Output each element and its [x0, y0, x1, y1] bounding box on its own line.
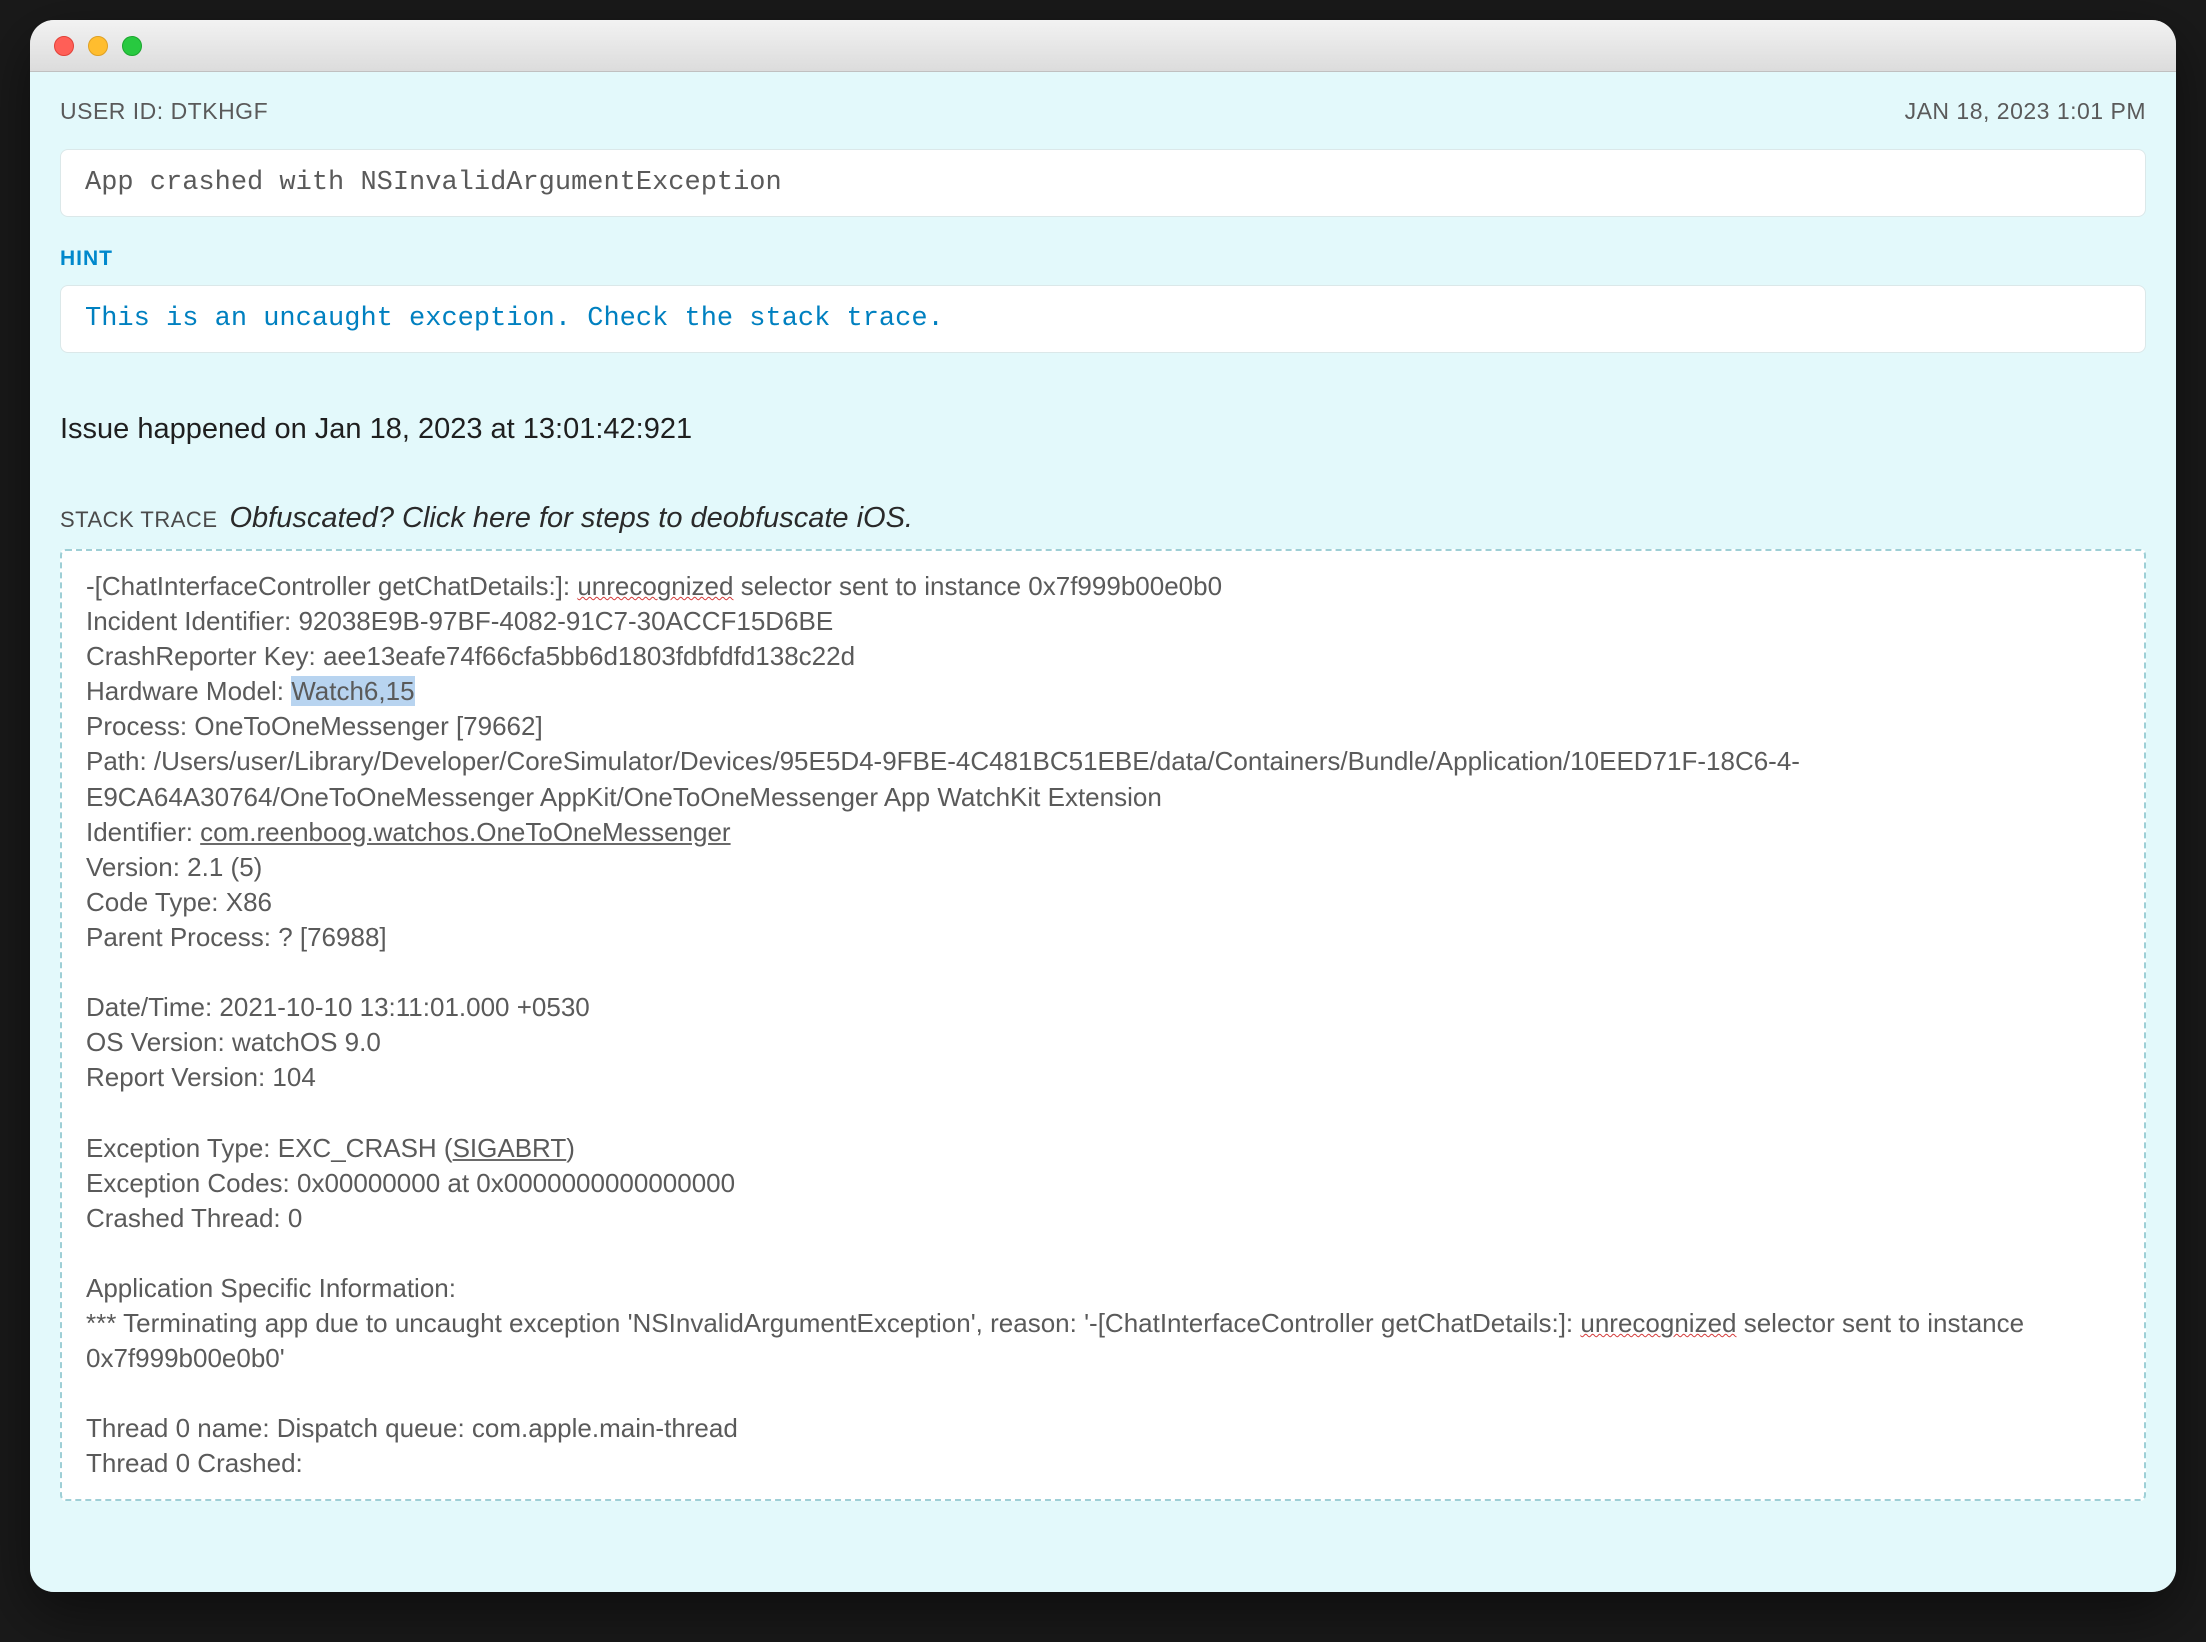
st-identifier-pre: Identifier: — [86, 817, 200, 847]
hint-label: HINT — [60, 247, 2146, 271]
st-parentproc: Parent Process: ? [76988] — [86, 922, 387, 952]
close-window-button[interactable] — [54, 36, 74, 56]
st-identifier-link: com.reenboog.watchos.OneToOneMessenger — [200, 817, 730, 847]
st-appspecific-pre: *** Terminating app due to uncaught exce… — [86, 1308, 1580, 1338]
app-window: USER ID: DTKHGF JAN 18, 2023 1:01 PM App… — [30, 20, 2176, 1592]
st-codetype: Code Type: X86 — [86, 887, 272, 917]
st-process: Process: OneToOneMessenger [79662] — [86, 711, 543, 741]
minimize-window-button[interactable] — [88, 36, 108, 56]
user-id-label: USER ID: DTKHGF — [60, 98, 268, 125]
st-path: Path: /Users/user/Library/Developer/Core… — [86, 746, 1800, 811]
st-reportversion: Report Version: 104 — [86, 1062, 316, 1092]
deobfuscate-link[interactable]: Obfuscated? Click here for steps to deob… — [230, 502, 913, 535]
hint-box: This is an uncaught exception. Check the… — [60, 285, 2146, 353]
st-datetime: Date/Time: 2021-10-10 13:11:01.000 +0530 — [86, 992, 590, 1022]
st-version: Version: 2.1 (5) — [86, 852, 262, 882]
st-incident: Incident Identifier: 92038E9B-97BF-4082-… — [86, 606, 833, 636]
st-hwmodel-pre: Hardware Model: — [86, 676, 291, 706]
st-exctype-link: SIGABRT — [453, 1133, 567, 1163]
crash-report-content: USER ID: DTKHGF JAN 18, 2023 1:01 PM App… — [30, 72, 2176, 1592]
crash-title-box: App crashed with NSInvalidArgumentExcept… — [60, 149, 2146, 217]
window-controls — [54, 36, 142, 56]
st-line-selector-post: selector sent to instance 0x7f999b00e0b0 — [733, 571, 1222, 601]
crash-title-text: App crashed with NSInvalidArgumentExcept… — [85, 168, 782, 198]
st-exccodes: Exception Codes: 0x00000000 at 0x0000000… — [86, 1168, 735, 1198]
st-line-selector-pre: -[ChatInterfaceController getChatDetails… — [86, 571, 577, 601]
stack-trace-header: STACK TRACE Obfuscated? Click here for s… — [60, 502, 2146, 535]
hint-text: This is an uncaught exception. Check the… — [85, 304, 944, 334]
st-appspecific-unrec: unrecognized — [1580, 1308, 1736, 1338]
issue-time-text: Issue happened on Jan 18, 2023 at 13:01:… — [60, 413, 2146, 446]
window-titlebar — [30, 20, 2176, 72]
report-timestamp: JAN 18, 2023 1:01 PM — [1905, 98, 2146, 125]
st-line-selector-unrec: unrecognized — [577, 571, 733, 601]
st-thread0name: Thread 0 name: Dispatch queue: com.apple… — [86, 1413, 738, 1443]
maximize-window-button[interactable] — [122, 36, 142, 56]
st-exctype-post: ) — [566, 1133, 575, 1163]
st-crashedthread: Crashed Thread: 0 — [86, 1203, 302, 1233]
stack-trace-label: STACK TRACE — [60, 507, 218, 533]
header-row: USER ID: DTKHGF JAN 18, 2023 1:01 PM — [60, 98, 2146, 125]
st-osversion: OS Version: watchOS 9.0 — [86, 1027, 381, 1057]
stack-trace-box[interactable]: -[ChatInterfaceController getChatDetails… — [60, 549, 2146, 1501]
st-crashkey: CrashReporter Key: aee13eafe74f66cfa5bb6… — [86, 641, 855, 671]
st-exctype-pre: Exception Type: EXC_CRASH ( — [86, 1133, 453, 1163]
st-appspecific-header: Application Specific Information: — [86, 1273, 456, 1303]
st-hwmodel-hl: Watch6,15 — [291, 676, 414, 706]
st-thread0crashed: Thread 0 Crashed: — [86, 1448, 303, 1478]
